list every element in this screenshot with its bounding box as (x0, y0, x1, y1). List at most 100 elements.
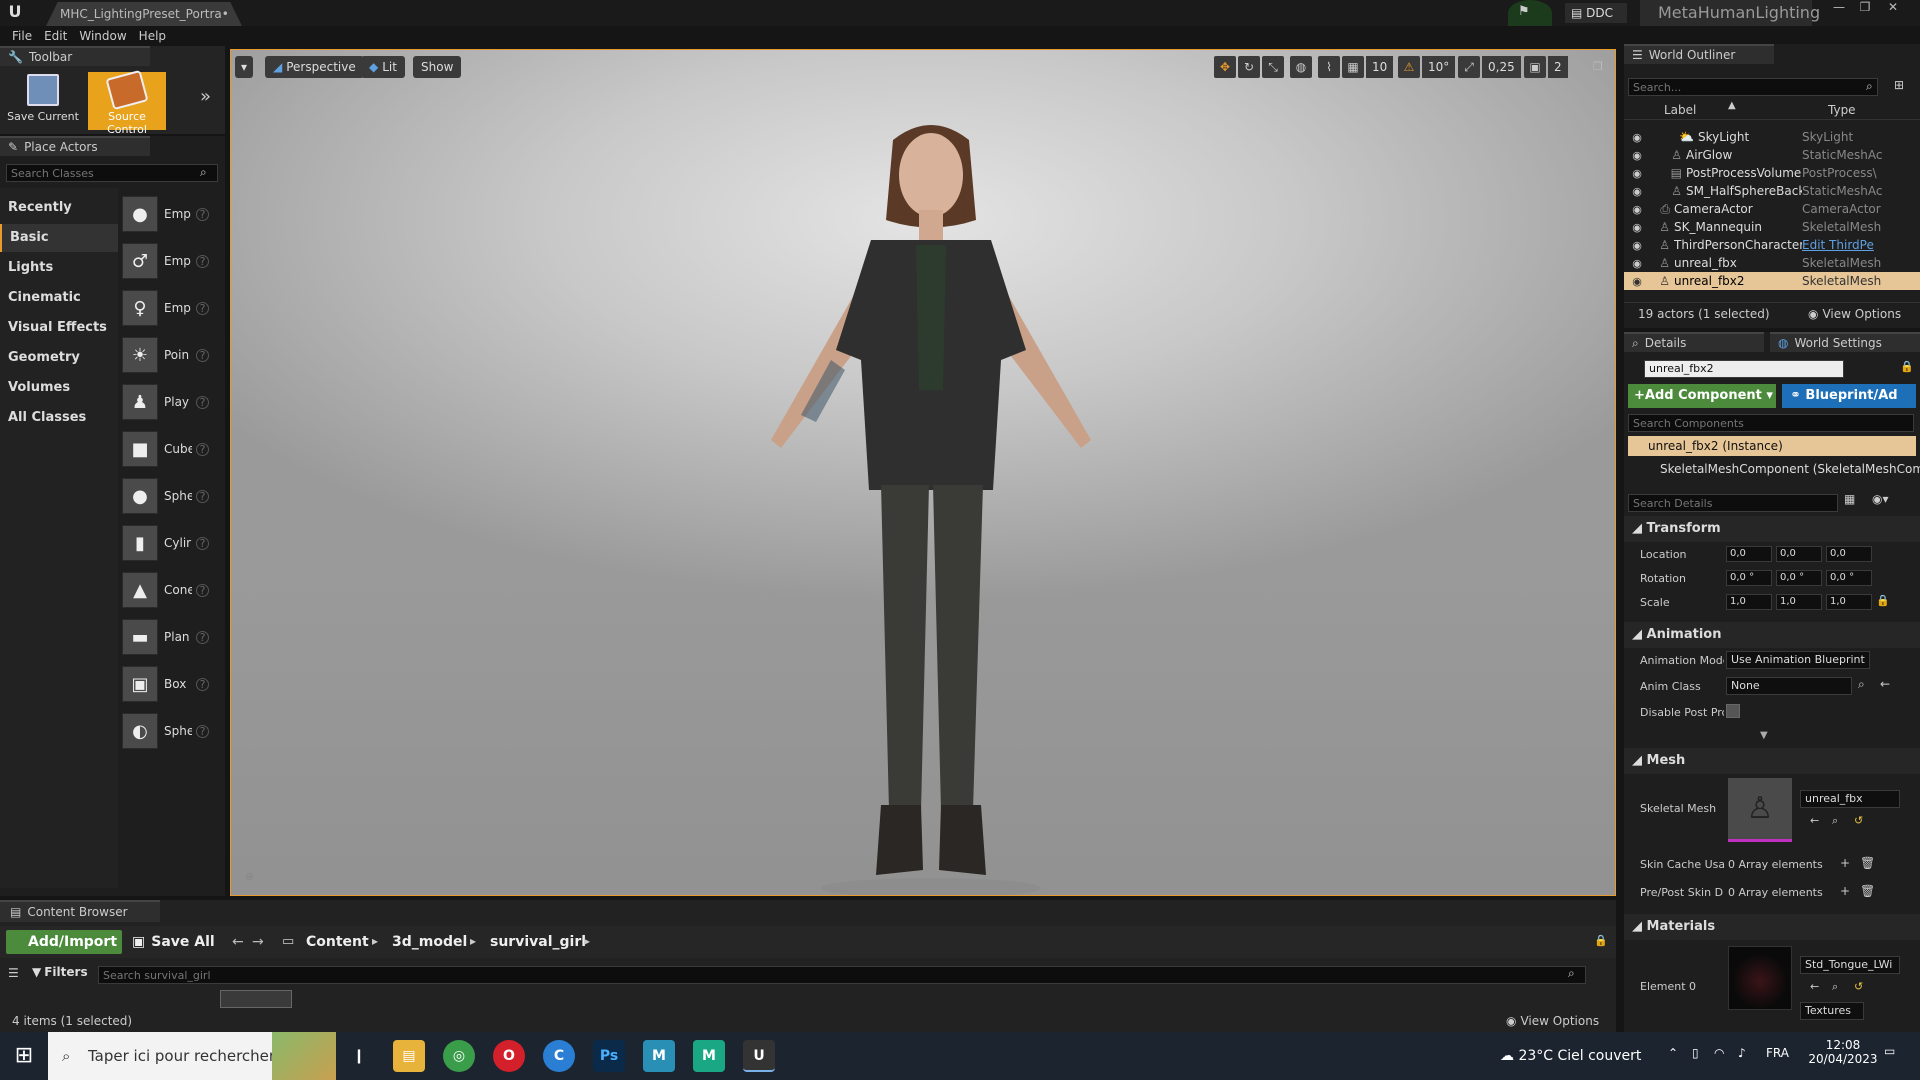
visibility-eye-icon[interactable]: ◉ (1628, 221, 1646, 234)
category-all-classes[interactable]: All Classes (0, 404, 118, 432)
help-icon[interactable]: ? (196, 395, 209, 409)
windows-start-icon[interactable]: ⊞ (0, 1032, 48, 1080)
visibility-filter-icon[interactable]: ◉▾ (1872, 492, 1889, 506)
clock[interactable]: 12:08 20/04/2023 (1808, 1038, 1878, 1066)
animation-mode-dropdown[interactable]: Use Animation Blueprint (1726, 651, 1870, 669)
help-icon[interactable]: ? (196, 630, 209, 644)
anim-class-dropdown[interactable]: None (1726, 677, 1852, 695)
browse-icon[interactable]: ⌕ (1832, 980, 1838, 994)
advanced-expand-icon[interactable]: ▼ (1760, 730, 1768, 741)
perspective-button[interactable]: ◢ Perspective (265, 56, 364, 78)
help-icon[interactable]: ? (196, 677, 209, 691)
breadcrumb-survival-girl[interactable]: survival_girl (490, 930, 586, 954)
rotation-z[interactable]: 0,0 ° (1826, 570, 1872, 586)
search-assets-input[interactable] (98, 966, 1586, 984)
show-button[interactable]: Show (413, 56, 462, 78)
outliner-row[interactable]: ◉ ⎙ CameraActor CameraActor (1624, 200, 1920, 218)
chevron-right-icon[interactable]: ▸ (584, 934, 590, 948)
skeletal-mesh-thumbnail[interactable]: ♙ (1728, 778, 1792, 842)
lock-icon[interactable]: 🔒 (1900, 360, 1914, 373)
task-view-icon[interactable]: ❙ (343, 1040, 375, 1072)
language-indicator[interactable]: FRA (1766, 1046, 1789, 1060)
help-icon[interactable]: ? (196, 254, 209, 268)
instance-row[interactable]: unreal_fbx2 (Instance) (1628, 436, 1916, 456)
world-outliner-tab[interactable]: ☰ World Outliner (1624, 44, 1774, 64)
device-icon[interactable]: ▯ (1692, 1046, 1699, 1060)
browse-icon[interactable]: ⌕ (1858, 677, 1865, 692)
close-icon[interactable]: ✕ (1880, 0, 1906, 18)
rotate-tool-icon[interactable]: ↻ (1238, 56, 1260, 78)
metahuman-creator-icon[interactable]: M (643, 1040, 675, 1072)
category-lights[interactable]: Lights (0, 254, 118, 282)
viewport-options-button[interactable]: ▾ (235, 56, 254, 78)
delete-icon[interactable]: 🗑 (1860, 884, 1875, 898)
add-import-button[interactable]: Add/Import (6, 930, 122, 954)
visibility-eye-icon[interactable]: ◉ (1628, 167, 1646, 180)
scale-lock-icon[interactable]: 🔒 (1876, 594, 1890, 607)
outliner-row[interactable]: ◉ ♙ unreal_fbx SkeletalMesh (1624, 254, 1920, 272)
breadcrumb-content[interactable]: Content (306, 930, 369, 954)
use-selected-arrow-icon[interactable]: ← (1880, 677, 1890, 691)
outliner-row[interactable]: ◉ ♙ AirGlow StaticMeshAc (1624, 146, 1920, 164)
search-classes-input[interactable] (6, 164, 218, 182)
lit-button[interactable]: ◆ Lit (361, 56, 405, 78)
visibility-eye-icon[interactable]: ◉ (1628, 149, 1646, 162)
location-z[interactable]: 0,0 (1826, 546, 1872, 562)
outliner-search-input[interactable] (1628, 78, 1878, 96)
scale-snap-icon[interactable]: ⤢ (1458, 56, 1480, 78)
actor-item[interactable]: ▮ Cylir? (122, 521, 222, 565)
label-column-header[interactable]: Label (1664, 103, 1696, 117)
visibility-eye-icon[interactable]: ◉ (1628, 185, 1646, 198)
material-dropdown[interactable]: Std_Tongue_LWi (1800, 956, 1900, 974)
content-browser-tab[interactable]: ▤ Content Browser (0, 900, 160, 922)
level-viewport[interactable]: ▾ ◢ Perspective ◆ Lit Show ✥ ↻ ⤡ ◍ ⌇ ▦ 10 … (230, 49, 1616, 896)
actor-item[interactable]: ● Sphe? (122, 474, 222, 518)
metahuman-icon[interactable]: M (693, 1040, 725, 1072)
rotation-snap-value[interactable]: 10° (1422, 56, 1456, 78)
category-geometry[interactable]: Geometry (0, 344, 118, 372)
visibility-eye-icon[interactable]: ◉ (1628, 275, 1646, 288)
reset-icon[interactable]: ↺ (1854, 814, 1863, 827)
save-current-button[interactable]: Save Current (4, 72, 82, 130)
outliner-row[interactable]: ◉ ♙ SK_Mannequin SkeletalMesh (1624, 218, 1920, 236)
category-volumes[interactable]: Volumes (0, 374, 118, 402)
menu-file[interactable]: File (12, 29, 32, 43)
help-icon[interactable]: ? (196, 724, 209, 738)
menu-help[interactable]: Help (139, 29, 166, 43)
add-element-icon[interactable]: + (1840, 884, 1850, 898)
actor-item[interactable]: ▣ Box? (122, 662, 222, 706)
opera-icon[interactable]: O (493, 1040, 525, 1072)
translate-tool-icon[interactable]: ✥ (1214, 56, 1236, 78)
rotation-y[interactable]: 0,0 ° (1776, 570, 1822, 586)
maximize-viewport-icon[interactable]: ❐ (1593, 60, 1603, 73)
back-arrow-icon[interactable]: ← (232, 934, 244, 950)
materials-section-header[interactable]: ◢ Materials (1624, 914, 1920, 940)
outliner-row[interactable]: ◉ ⛅ SkyLight SkyLight (1624, 128, 1920, 146)
volume-icon[interactable]: ♪ (1738, 1046, 1746, 1060)
unreal-engine-icon[interactable]: U (743, 1040, 775, 1072)
help-icon[interactable]: ? (196, 207, 209, 221)
network-icon[interactable]: ◠ (1714, 1046, 1724, 1060)
help-icon[interactable]: ? (196, 301, 209, 315)
category-cinematic[interactable]: Cinematic (0, 284, 118, 312)
cb-view-options-button[interactable]: ◉ View Options (1506, 1014, 1599, 1028)
material-thumbnail[interactable] (1728, 946, 1792, 1010)
help-icon[interactable]: ? (196, 536, 209, 550)
add-component-button[interactable]: +Add Component ▾ (1628, 384, 1776, 408)
menu-window[interactable]: Window (79, 29, 126, 43)
chevron-right-icon[interactable]: ▸ (470, 934, 476, 948)
skeletal-mesh-dropdown[interactable]: unreal_fbx (1800, 790, 1900, 808)
outliner-row[interactable]: ◉ ♙ SM_HalfSphereBackg StaticMeshAc (1624, 182, 1920, 200)
transform-section-header[interactable]: ◢ Transform (1624, 516, 1920, 542)
actor-item[interactable]: ▲ Cone? (122, 568, 222, 612)
chevron-right-icon[interactable]: ▸ (372, 934, 378, 948)
delete-icon[interactable]: 🗑 (1860, 856, 1875, 870)
category-basic[interactable]: Basic (0, 224, 118, 252)
mesh-section-header[interactable]: ◢ Mesh (1624, 748, 1920, 774)
notification-icon[interactable]: ▭ (1884, 1044, 1895, 1058)
rotation-x[interactable]: 0,0 ° (1726, 570, 1772, 586)
app-c-icon[interactable]: C (543, 1040, 575, 1072)
toolbar-tab[interactable]: 🔧 Toolbar (0, 46, 150, 66)
minimize-icon[interactable]: — (1826, 0, 1852, 18)
actor-item[interactable]: ◐ Sphe? (122, 709, 222, 753)
